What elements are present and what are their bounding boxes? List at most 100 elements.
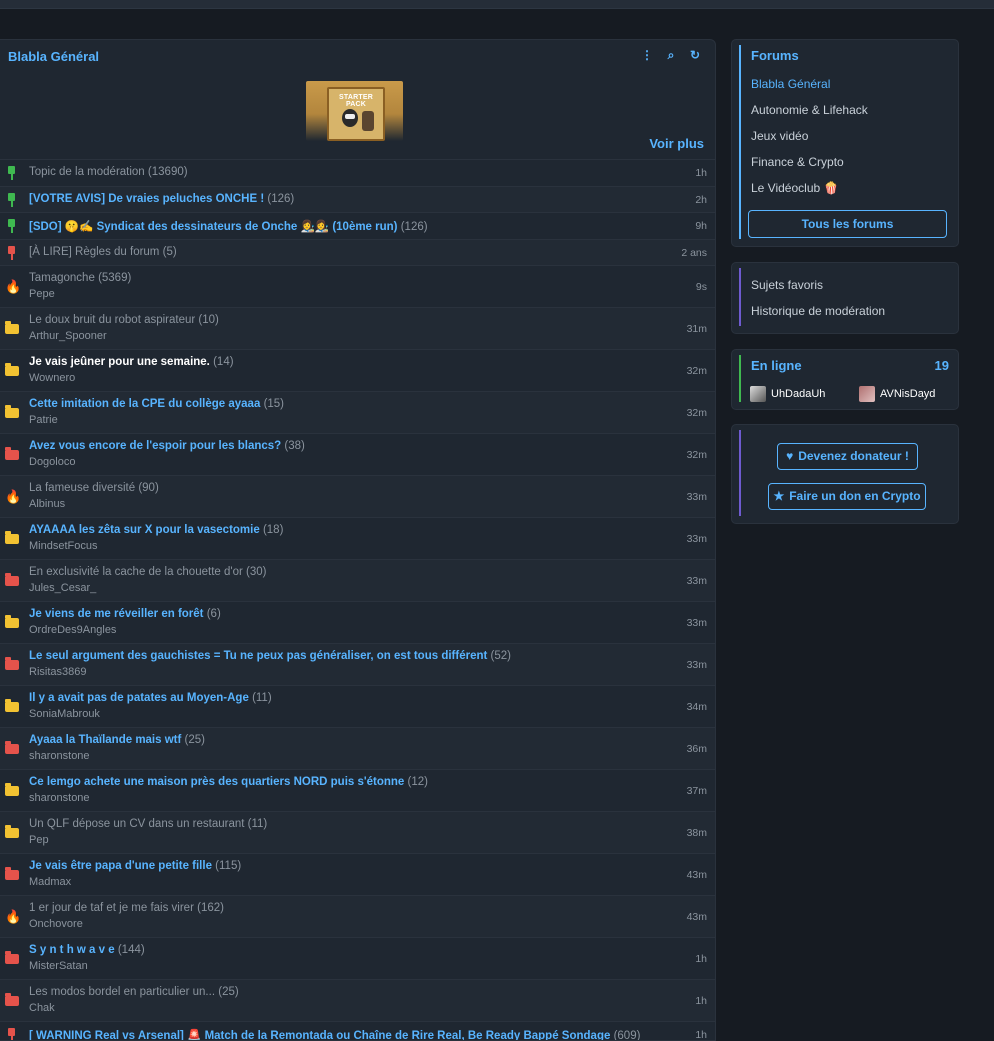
forum-link-blabla[interactable]: Blabla Général: [751, 77, 830, 91]
topic-row[interactable]: [SDO] 🤫✍ Syndicat des dessinateurs de On…: [0, 212, 715, 239]
topic-author[interactable]: MisterSatan: [29, 960, 88, 972]
topic-title[interactable]: Je vais jeûner pour une semaine.: [29, 356, 210, 368]
topic-title[interactable]: Les modos bordel en particulier un...: [29, 986, 215, 998]
topic-title[interactable]: [ WARNING Real vs Arsenal] 🚨 Match de la…: [29, 1030, 610, 1040]
topic-title[interactable]: [À LIRE] Règles du forum: [29, 246, 159, 258]
folder-yellow-icon: [5, 783, 19, 796]
online-title: En ligne: [751, 358, 802, 373]
forum-title[interactable]: Blabla Général: [8, 49, 99, 64]
topic-author[interactable]: sharonstone: [29, 792, 90, 804]
topic-title[interactable]: [SDO] 🤫✍ Syndicat des dessinateurs de On…: [29, 221, 398, 233]
topic-title[interactable]: Je vais être papa d'une petite fille: [29, 860, 212, 872]
topic-row[interactable]: AYAAAA les zêta sur X pour la vasectomie…: [0, 517, 715, 559]
topic-row[interactable]: 🔥 La fameuse diversité (90) Albinus 33m: [0, 475, 715, 517]
topic-title[interactable]: Je viens de me réveiller en forêt: [29, 608, 204, 620]
more-icon[interactable]: ⋮: [641, 48, 653, 62]
topic-line: Un QLF dépose un CV dans un restaurant (…: [29, 818, 267, 830]
donate-accent-bar: [739, 430, 741, 516]
topic-line: [SDO] 🤫✍ Syndicat des dessinateurs de On…: [29, 219, 428, 233]
topic-author[interactable]: Dogoloco: [29, 456, 75, 468]
topic-row[interactable]: Cette imitation de la CPE du collège aya…: [0, 391, 715, 433]
topic-row[interactable]: 🔥 Tamagonche (5369) Pepe 9s: [0, 265, 715, 307]
topic-title[interactable]: Tamagonche: [29, 272, 95, 284]
avatar: [750, 386, 766, 402]
topic-row[interactable]: [À LIRE] Règles du forum (5) 2 ans: [0, 238, 715, 265]
folder-red-icon: [5, 951, 19, 964]
topic-author[interactable]: MindsetFocus: [29, 540, 97, 552]
topic-title[interactable]: S y n t h w a v e: [29, 944, 115, 956]
topic-age: 1h: [695, 995, 707, 1007]
favorite-topics-link[interactable]: Sujets favoris: [751, 278, 823, 292]
topic-author[interactable]: Pep: [29, 834, 49, 846]
all-forums-button[interactable]: Tous les forums: [748, 210, 947, 238]
reply-count: (609): [613, 1030, 641, 1041]
moderation-history-link[interactable]: Historique de modération: [751, 304, 885, 318]
online-count: 19: [934, 358, 949, 373]
topic-row[interactable]: Le doux bruit du robot aspirateur (10) Ar…: [0, 307, 715, 349]
topic-author[interactable]: OrdreDes9Angles: [29, 624, 116, 636]
topic-age: 9h: [695, 220, 707, 232]
topic-title[interactable]: Avez vous encore de l'espoir pour les bl…: [29, 440, 281, 452]
topic-row[interactable]: 🔥 1 er jour de taf et je me fais virer (1…: [0, 895, 715, 937]
topic-row[interactable]: [ WARNING Real vs Arsenal] 🚨 Match de la…: [0, 1021, 715, 1041]
forum-link-autonomie[interactable]: Autonomie & Lifehack: [751, 103, 868, 117]
forum-link-videoclub[interactable]: Le Vidéoclub 🍿: [751, 181, 838, 195]
topic-author[interactable]: Onchovore: [29, 918, 83, 930]
topic-title[interactable]: Topic de la modération: [29, 166, 145, 178]
donate-button-label: Devenez donateur !: [798, 449, 909, 463]
topic-row[interactable]: Je viens de me réveiller en forêt (6) Ord…: [0, 601, 715, 643]
topic-row[interactable]: S y n t h w a v e (144) MisterSatan 1h: [0, 937, 715, 979]
topic-row[interactable]: Topic de la modération (13690) 1h: [0, 159, 715, 186]
topic-author[interactable]: SoniaMabrouk: [29, 708, 100, 720]
forum-link-jeux-video[interactable]: Jeux vidéo: [751, 129, 808, 143]
topic-row[interactable]: Je vais jeûner pour une semaine. (14) Wow…: [0, 349, 715, 391]
topic-author[interactable]: sharonstone: [29, 750, 90, 762]
topic-author[interactable]: Chak: [29, 1002, 55, 1014]
topic-row[interactable]: Les modos bordel en particulier un... (2…: [0, 979, 715, 1021]
topic-author[interactable]: Jules_Cesar_: [29, 582, 96, 594]
refresh-icon[interactable]: ↻: [689, 48, 701, 62]
topic-line: La fameuse diversité (90): [29, 482, 159, 494]
donate-button[interactable]: ♥ Devenez donateur !: [777, 443, 918, 470]
topic-title[interactable]: Le doux bruit du robot aspirateur: [29, 314, 195, 326]
topic-author[interactable]: Pepe: [29, 288, 55, 300]
topic-title[interactable]: Ce lemgo achete une maison près des quar…: [29, 776, 404, 788]
topic-author[interactable]: Patrie: [29, 414, 58, 426]
topic-title[interactable]: Un QLF dépose un CV dans un restaurant: [29, 818, 244, 830]
topic-row[interactable]: Je vais être papa d'une petite fille (11…: [0, 853, 715, 895]
topic-age: 2h: [695, 193, 707, 206]
topic-title[interactable]: Ayaaa la Thaïlande mais wtf: [29, 734, 181, 746]
topic-author[interactable]: Madmax: [29, 876, 71, 888]
topic-title[interactable]: Il y a avait pas de patates au Moyen-Age: [29, 692, 249, 704]
topic-row[interactable]: Ayaaa la Thaïlande mais wtf (25) sharonst…: [0, 727, 715, 769]
topic-row[interactable]: Avez vous encore de l'espoir pour les bl…: [0, 433, 715, 475]
starter-pack-banner[interactable]: STARTER PACK: [306, 81, 403, 141]
online-accent-bar: [739, 355, 741, 402]
reply-count: (6): [206, 608, 221, 620]
topic-title[interactable]: Cette imitation de la CPE du collège aya…: [29, 398, 260, 410]
topic-title[interactable]: AYAAAA les zêta sur X pour la vasectomie: [29, 524, 260, 536]
flame-icon: 🔥: [5, 279, 22, 294]
online-user[interactable]: AVNisDayd: [859, 386, 935, 402]
search-icon[interactable]: ⌕: [665, 48, 677, 62]
topic-row[interactable]: Ce lemgo achete une maison près des quar…: [0, 769, 715, 811]
topic-row[interactable]: Le seul argument des gauchistes = Tu ne …: [0, 643, 715, 685]
topic-title[interactable]: En exclusivité la cache de la chouette d…: [29, 566, 243, 578]
topic-row[interactable]: [VOTRE AVIS] De vraies peluches ONCHE ! …: [0, 185, 715, 212]
topic-author[interactable]: Risitas3869: [29, 666, 86, 678]
topic-row[interactable]: Il y a avait pas de patates au Moyen-Age…: [0, 685, 715, 727]
online-user[interactable]: UhDadaUh: [750, 386, 825, 402]
topic-title[interactable]: [VOTRE AVIS] De vraies peluches ONCHE !: [29, 193, 264, 205]
topic-title[interactable]: La fameuse diversité: [29, 482, 135, 494]
topic-author[interactable]: Albinus: [29, 498, 65, 510]
topic-row[interactable]: En exclusivité la cache de la chouette d…: [0, 559, 715, 601]
crypto-donate-button[interactable]: ★ Faire un don en Crypto: [768, 483, 926, 510]
topic-title[interactable]: 1 er jour de taf et je me fais virer: [29, 902, 194, 914]
topic-title[interactable]: Le seul argument des gauchistes = Tu ne …: [29, 650, 487, 662]
topic-row[interactable]: Un QLF dépose un CV dans un restaurant (…: [0, 811, 715, 853]
topic-author[interactable]: Arthur_Spooner: [29, 330, 107, 342]
voir-plus-link[interactable]: Voir plus: [649, 136, 704, 151]
forum-link-finance[interactable]: Finance & Crypto: [751, 155, 844, 169]
folder-yellow-icon: [5, 531, 19, 544]
topic-author[interactable]: Wownero: [29, 372, 75, 384]
